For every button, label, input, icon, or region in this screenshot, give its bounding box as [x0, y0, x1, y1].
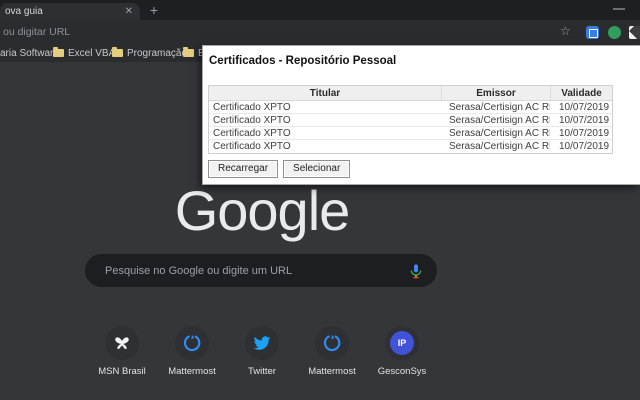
cell-validade: 10/07/2019 — [550, 127, 612, 139]
cell-validade: 10/07/2019 — [550, 140, 612, 153]
cell-validade: 10/07/2019 — [550, 114, 612, 126]
shortcut-label: Mattermost — [308, 366, 356, 377]
tab-strip: ova guia ✕ + — [0, 0, 640, 20]
shortcut-gesconsys[interactable]: IP GesconSys — [367, 326, 437, 377]
bookmark-item[interactable]: aria Software — [0, 44, 59, 62]
shortcut-label: Mattermost — [168, 366, 216, 377]
shortcut-label: Twitter — [248, 366, 276, 377]
table-row[interactable]: Certificado XPTO Serasa/Certisign AC RFB… — [209, 101, 612, 114]
header-titular[interactable]: Titular — [209, 86, 441, 100]
cell-emissor: Serasa/Certisign AC RFB — [441, 114, 550, 126]
table-row[interactable]: Certificado XPTO Serasa/Certisign AC RFB… — [209, 127, 612, 140]
dialog-buttons: Recarregar Selecionar — [208, 160, 350, 178]
tab-title: ova guia — [0, 6, 118, 17]
tab-nova-guia[interactable]: ova guia ✕ — [0, 3, 140, 20]
shortcut-label: GesconSys — [378, 366, 427, 377]
shortcut-mattermost-2[interactable]: Mattermost — [297, 326, 367, 377]
folder-icon — [112, 49, 123, 57]
shortcut-msn-brasil[interactable]: MSN Brasil — [87, 326, 157, 377]
table-row[interactable]: Certificado XPTO Serasa/Certisign AC RFB… — [209, 140, 612, 153]
bookmark-label: Excel VBA — [68, 48, 115, 59]
certificates-dialog: Certificados - Repositório Pessoal Titul… — [202, 45, 640, 185]
cell-emissor: Serasa/Certisign AC RFB — [441, 140, 550, 153]
select-button[interactable]: Selecionar — [283, 160, 350, 178]
cell-emissor: Serasa/Certisign AC RFB — [441, 101, 550, 113]
cell-titular: Certificado XPTO — [209, 127, 441, 139]
folder-icon — [183, 49, 194, 57]
msn-butterfly-icon — [105, 326, 139, 360]
shortcut-label: MSN Brasil — [98, 366, 146, 377]
green-extension-icon[interactable] — [608, 26, 621, 39]
cell-emissor: Serasa/Certisign AC RFB — [441, 127, 550, 139]
toolbar: ou digitar URL ☆ — [0, 20, 640, 44]
folder-icon — [53, 49, 64, 57]
table-header-row: Titular Emissor Validade — [209, 86, 612, 101]
blue-extension-icon[interactable] — [586, 26, 599, 39]
reload-button[interactable]: Recarregar — [208, 160, 278, 178]
profile-extension-icon[interactable] — [629, 26, 640, 39]
header-validade[interactable]: Validade — [550, 86, 612, 100]
omnibox-input[interactable]: ou digitar URL — [3, 26, 70, 38]
mattermost-icon — [315, 326, 349, 360]
bookmark-item[interactable]: Programação — [112, 44, 187, 62]
cell-titular: Certificado XPTO — [209, 140, 441, 153]
header-emissor[interactable]: Emissor — [441, 86, 550, 100]
dialog-title: Certificados - Repositório Pessoal — [209, 55, 396, 67]
shortcut-tiles: MSN Brasil Mattermost Twitter — [87, 326, 437, 377]
mattermost-icon — [175, 326, 209, 360]
voice-search-icon[interactable] — [408, 263, 424, 279]
cell-titular: Certificado XPTO — [209, 114, 441, 126]
bookmark-label: aria Software — [0, 48, 59, 59]
search-placeholder: Pesquise no Google ou digite um URL — [85, 265, 408, 277]
twitter-bird-icon — [245, 326, 279, 360]
bookmark-label: Programação — [127, 48, 187, 59]
table-row[interactable]: Certificado XPTO Serasa/Certisign AC RFB… — [209, 114, 612, 127]
browser-window: ova guia ✕ + ou digitar URL ☆ aria Softw… — [0, 0, 640, 400]
ip-badge: IP — [390, 331, 414, 355]
cell-validade: 10/07/2019 — [550, 101, 612, 113]
google-logo: Google — [112, 178, 412, 243]
tab-close-icon[interactable]: ✕ — [118, 6, 140, 17]
cell-titular: Certificado XPTO — [209, 101, 441, 113]
gesconsys-ip-icon: IP — [385, 326, 419, 360]
bookmark-star-icon[interactable]: ☆ — [560, 24, 571, 38]
shortcut-twitter[interactable]: Twitter — [227, 326, 297, 377]
search-box[interactable]: Pesquise no Google ou digite um URL — [85, 254, 437, 287]
new-tab-button[interactable]: + — [145, 2, 163, 19]
shortcut-mattermost-1[interactable]: Mattermost — [157, 326, 227, 377]
bookmark-item[interactable]: Excel VBA — [53, 44, 115, 62]
certificates-table: Titular Emissor Validade Certificado XPT… — [208, 85, 613, 154]
minimize-dash — [613, 8, 625, 10]
